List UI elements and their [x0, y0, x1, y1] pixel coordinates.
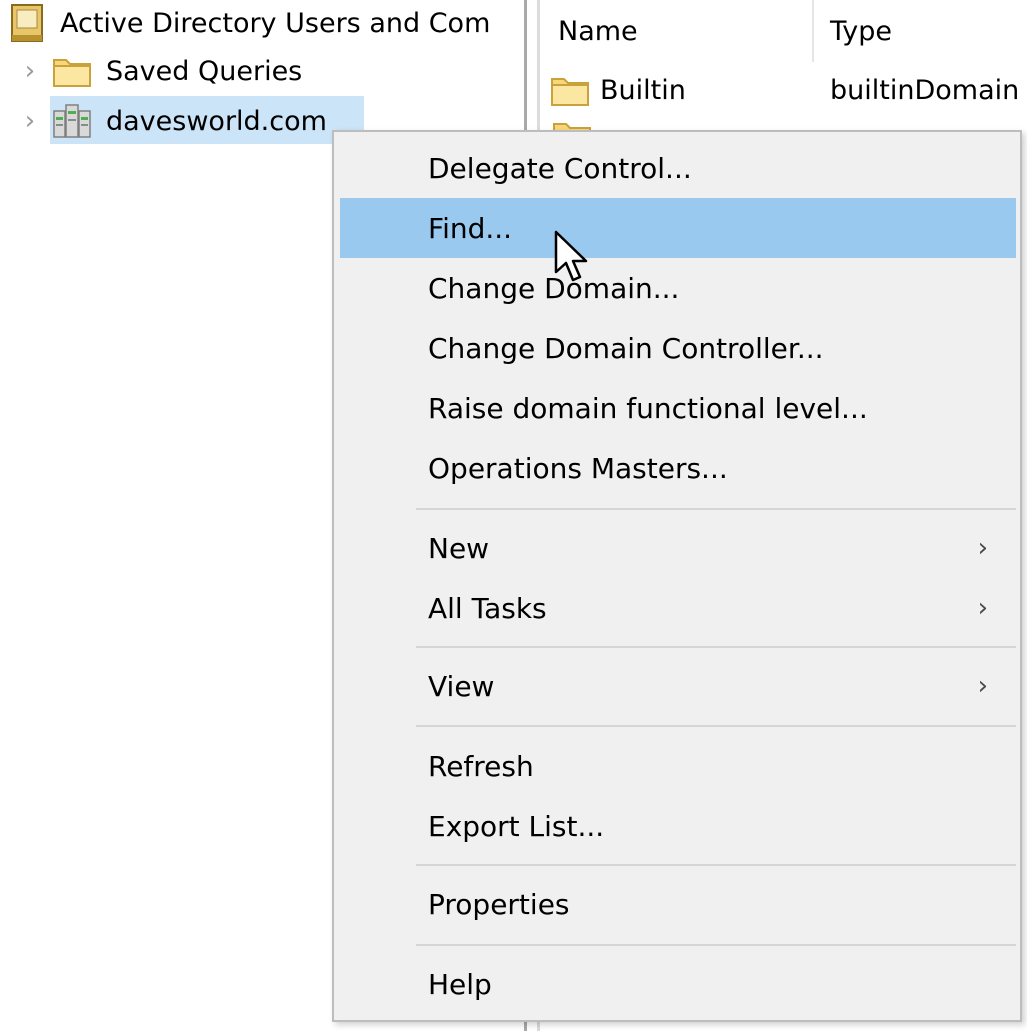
menu-separator [416, 944, 1016, 946]
chevron-right-icon: › [977, 533, 988, 563]
tree-root-label: Active Directory Users and Com [60, 7, 491, 39]
menu-separator [416, 725, 1016, 727]
menu-item-label: All Tasks [428, 591, 547, 625]
chevron-right-icon[interactable]: › [16, 56, 44, 86]
chevron-right-icon: › [977, 593, 988, 623]
menu-item-raise-functional-level[interactable]: Raise domain functional level... [340, 378, 1016, 438]
menu-item-label: Help [428, 967, 492, 1001]
menu-item-operations-masters[interactable]: Operations Masters... [340, 438, 1016, 498]
menu-item-export-list[interactable]: Export List... [340, 796, 1016, 856]
column-header-name[interactable]: Name [558, 0, 808, 62]
column-header-type[interactable]: Type [830, 0, 892, 62]
menu-separator [416, 646, 1016, 648]
menu-item-find[interactable]: Find... [340, 198, 1016, 258]
tree-saved-queries-label: Saved Queries [106, 55, 303, 87]
menu-item-label: Change Domain Controller... [428, 331, 824, 365]
menu-item-label: Find... [428, 211, 513, 245]
menu-item-label: Refresh [428, 749, 534, 783]
list-item-name: Builtin [600, 74, 686, 106]
menu-item-label: Export List... [428, 809, 605, 843]
menu-item-new[interactable]: New › [340, 518, 1016, 578]
list-item[interactable]: Builtin [550, 68, 686, 112]
context-menu: Delegate Control... Find... Change Domai… [332, 130, 1022, 1022]
menu-item-label: Delegate Control... [428, 151, 692, 185]
menu-item-label: Raise domain functional level... [428, 391, 868, 425]
tree-item-domain[interactable]: › davesworld.com [16, 98, 327, 144]
menu-item-label: Operations Masters... [428, 451, 728, 485]
snapin-book-icon [8, 3, 48, 43]
menu-item-delegate-control[interactable]: Delegate Control... [340, 138, 1016, 198]
menu-separator [416, 864, 1016, 866]
list-item-type: builtinDomain [830, 74, 1020, 106]
menu-item-view[interactable]: View › [340, 656, 1016, 716]
menu-item-all-tasks[interactable]: All Tasks › [340, 578, 1016, 638]
menu-item-change-domain[interactable]: Change Domain... [340, 258, 1016, 318]
column-divider[interactable] [812, 0, 814, 62]
menu-item-label: View [428, 669, 495, 703]
menu-item-properties[interactable]: Properties [340, 874, 1016, 934]
chevron-right-icon: › [977, 671, 988, 701]
folder-icon [550, 70, 590, 110]
chevron-right-icon[interactable]: › [16, 106, 44, 136]
menu-item-label: New [428, 531, 490, 565]
menu-item-label: Properties [428, 887, 570, 921]
tree-domain-label: davesworld.com [106, 105, 327, 137]
menu-item-refresh[interactable]: Refresh [340, 736, 1016, 796]
menu-separator [416, 508, 1016, 510]
tree-item-saved-queries[interactable]: › Saved Queries [16, 48, 302, 94]
menu-item-change-domain-controller[interactable]: Change Domain Controller... [340, 318, 1016, 378]
tree-item-root[interactable]: Active Directory Users and Com [8, 0, 490, 46]
domain-icon [52, 101, 92, 141]
menu-item-help[interactable]: Help [340, 954, 1016, 1014]
folder-icon [52, 51, 92, 91]
mouse-pointer-icon [554, 230, 588, 286]
